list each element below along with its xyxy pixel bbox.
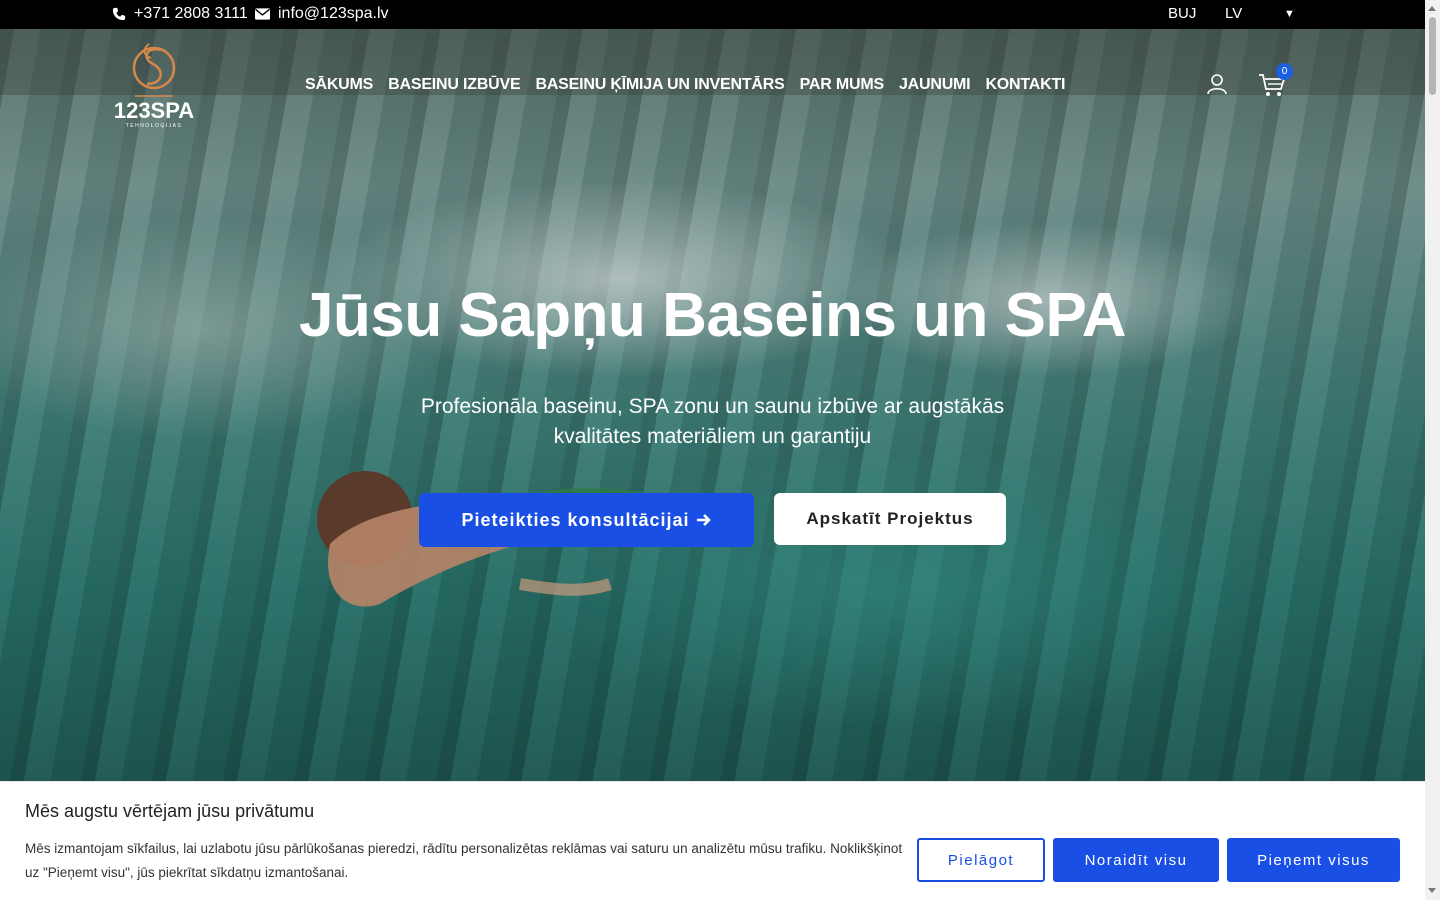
consultation-button-label: Pieteikties konsultācijai xyxy=(461,509,690,530)
nav-item-baseinu-kimija[interactable]: BASEINU ĶĪMIJA UN INVENTĀRS xyxy=(535,76,784,94)
nav-item-jaunumi[interactable]: JAUNUMI xyxy=(899,76,971,94)
hero-subtitle: Profesionāla baseinu, SPA zonu un saunu … xyxy=(420,395,1005,448)
consultation-button[interactable]: Pieteikties konsultācijai xyxy=(419,493,754,547)
hero-title: Jūsu Sapņu Baseins un SPA xyxy=(299,281,1126,350)
cookie-accept-button[interactable]: Pieņemt visus xyxy=(1227,838,1400,882)
cookie-consent-banner: Mēs augstu vērtējam jūsu privātumu Mēs i… xyxy=(0,781,1425,900)
phone-icon xyxy=(112,7,126,21)
nav-item-par-mums[interactable]: PAR MUMS xyxy=(800,76,885,94)
user-account-icon[interactable] xyxy=(1206,73,1228,95)
brand-tagline: TEHNOLOĢIJAS xyxy=(125,123,183,129)
hero-section xyxy=(0,29,1425,900)
phone-number: +371 2808 3111 xyxy=(134,5,248,22)
scroll-up-icon[interactable] xyxy=(1428,6,1436,11)
nav-item-sakums[interactable]: SĀKUMS xyxy=(305,76,373,94)
chevron-down-icon[interactable]: ▼ xyxy=(1284,8,1295,20)
cookie-title: Mēs augstu vērtējam jūsu privātumu xyxy=(25,801,315,821)
nav-item-kontakti[interactable]: KONTAKTI xyxy=(985,76,1065,94)
cookie-customize-button[interactable]: Pielāgot xyxy=(917,838,1045,882)
scroll-down-icon[interactable] xyxy=(1428,888,1436,893)
brand-logo[interactable]: 123SPA TEHNOLOĢIJAS xyxy=(111,40,201,132)
lang-selector[interactable]: LV xyxy=(1225,5,1242,22)
envelope-icon xyxy=(255,8,270,20)
page-scrollbar[interactable] xyxy=(1425,0,1440,900)
main-navigation: SĀKUMS BASEINU IZBŪVE BASEINU ĶĪMIJA UN … xyxy=(305,76,1066,94)
phone-contact[interactable]: +371 2808 3111 xyxy=(112,5,248,23)
email-contact[interactable]: info@123spa.lv xyxy=(255,5,389,23)
brand-name: 123SPA xyxy=(113,98,195,123)
cart-count-badge: 0 xyxy=(1276,63,1293,80)
view-projects-button-label: Apskatīt Projektus xyxy=(806,509,974,528)
top-contact-bar: +371 2808 3111 info@123spa.lv BUJ LV ▼ xyxy=(0,0,1425,29)
logo-mark-icon xyxy=(132,43,176,97)
cookie-description: Mēs izmantojam sīkfailus, lai uzlabotu j… xyxy=(25,841,903,880)
scrollbar-thumb[interactable] xyxy=(1429,17,1436,95)
email-address: info@123spa.lv xyxy=(278,5,389,22)
lang-buj[interactable]: BUJ xyxy=(1168,5,1196,22)
nav-item-baseinu-izbuve[interactable]: BASEINU IZBŪVE xyxy=(388,76,521,94)
arrow-right-icon xyxy=(696,514,711,526)
cookie-reject-button[interactable]: Noraidīt visu xyxy=(1053,838,1219,882)
view-projects-button[interactable]: Apskatīt Projektus xyxy=(774,493,1006,545)
